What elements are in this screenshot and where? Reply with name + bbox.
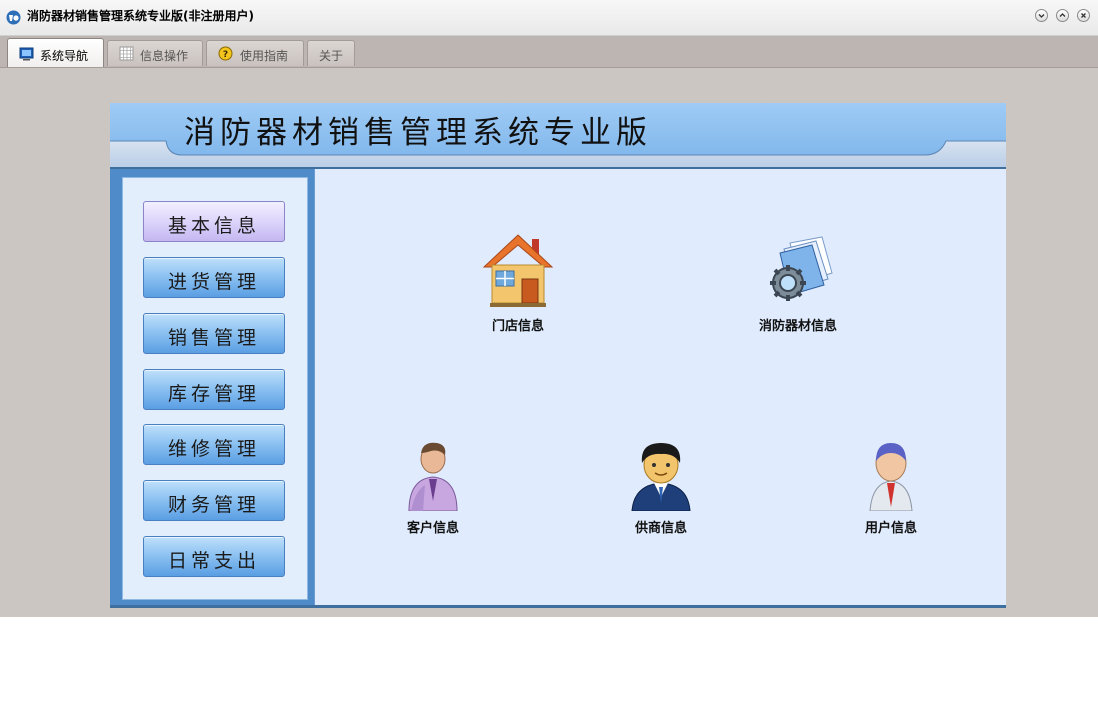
supplier-icon [631,443,691,511]
help-icon: ? [218,46,233,61]
close-button[interactable] [1077,9,1090,22]
nav-finance-button[interactable]: 财务管理 [143,480,285,521]
maximize-button[interactable] [1056,9,1069,22]
title-bar: 消防器材销售管理系统专业版(非注册用户) [0,0,1098,36]
tab-label: 使用指南 [240,49,289,63]
tab-info-ops[interactable]: 信息操作 [107,40,203,66]
nav-button-label: 维修管理 [167,438,260,460]
equipment-info-item[interactable]: 消防器材信息 [718,233,878,334]
nav-button-label: 库存管理 [167,383,260,405]
item-label: 消防器材信息 [758,319,837,334]
store-info-item[interactable]: 门店信息 [438,233,598,334]
item-label: 门店信息 [491,319,544,334]
sidebar: 基本信息 进货管理 销售管理 库存管理 维修管理 财务管理 日常支出 [110,169,314,608]
tab-about[interactable]: 关于 [307,40,355,66]
customer-info-item[interactable]: 客户信息 [353,439,513,536]
nav-basic-info-button[interactable]: 基本信息 [143,201,285,242]
user-info-item[interactable]: 用户信息 [811,441,971,536]
nav-button-label: 财务管理 [167,494,260,516]
nav-sales-button[interactable]: 销售管理 [143,313,285,354]
item-label: 客户信息 [406,521,459,536]
chevron-up-icon [1059,13,1066,17]
nav-daily-expense-button[interactable]: 日常支出 [143,536,285,577]
tab-label: 信息操作 [140,49,189,63]
tab-system-nav[interactable]: 系统导航 [7,38,104,67]
minimize-button[interactable] [1035,9,1048,22]
customer-icon [408,442,458,511]
user-icon [869,443,913,511]
nav-button-label: 销售管理 [167,327,260,349]
content-area: 门店信息 消防器材信息 客户信息 供商信息 用户信息 [314,169,1006,608]
tab-user-guide[interactable]: ? 使用指南 [206,40,304,66]
nav-repair-button[interactable]: 维修管理 [143,424,285,465]
panel-bottom-border [110,605,1006,608]
nav-button-label: 日常支出 [167,550,260,572]
navigation-panel: 消防器材销售管理系统专业版 基本信息 进货管理 销售管理 库存管理 维修管理 财… [110,103,1006,608]
chevron-down-icon [1038,14,1045,18]
tab-label: 系统导航 [40,49,89,63]
sidebar-menu: 基本信息 进货管理 销售管理 库存管理 维修管理 财务管理 日常支出 [122,177,308,600]
tab-strip: 系统导航 信息操作 ? 使用指南 关于 [0,36,1098,68]
item-label: 用户信息 [864,521,917,536]
nav-inventory-button[interactable]: 库存管理 [143,369,285,410]
monitor-icon [19,47,34,61]
nav-purchase-button[interactable]: 进货管理 [143,257,285,298]
item-label: 供商信息 [634,521,687,536]
house-icon [482,234,554,307]
tab-label: 关于 [319,49,344,63]
nav-button-label: 基本信息 [167,215,260,237]
supplier-info-item[interactable]: 供商信息 [581,441,741,536]
svg-text:?: ? [223,50,228,60]
window-title: 消防器材销售管理系统专业版(非注册用户) [27,9,254,23]
nav-button-label: 进货管理 [167,271,260,293]
app-window: 消防器材销售管理系统专业版(非注册用户) 系统导航 信息操作 ? 使用指南 关于… [0,0,1098,617]
gear-document-icon [770,236,833,301]
app-logo-icon [6,10,21,25]
grid-icon [119,46,134,61]
app-heading: 消防器材销售管理系统专业版 [184,115,652,151]
close-icon [1081,13,1086,18]
